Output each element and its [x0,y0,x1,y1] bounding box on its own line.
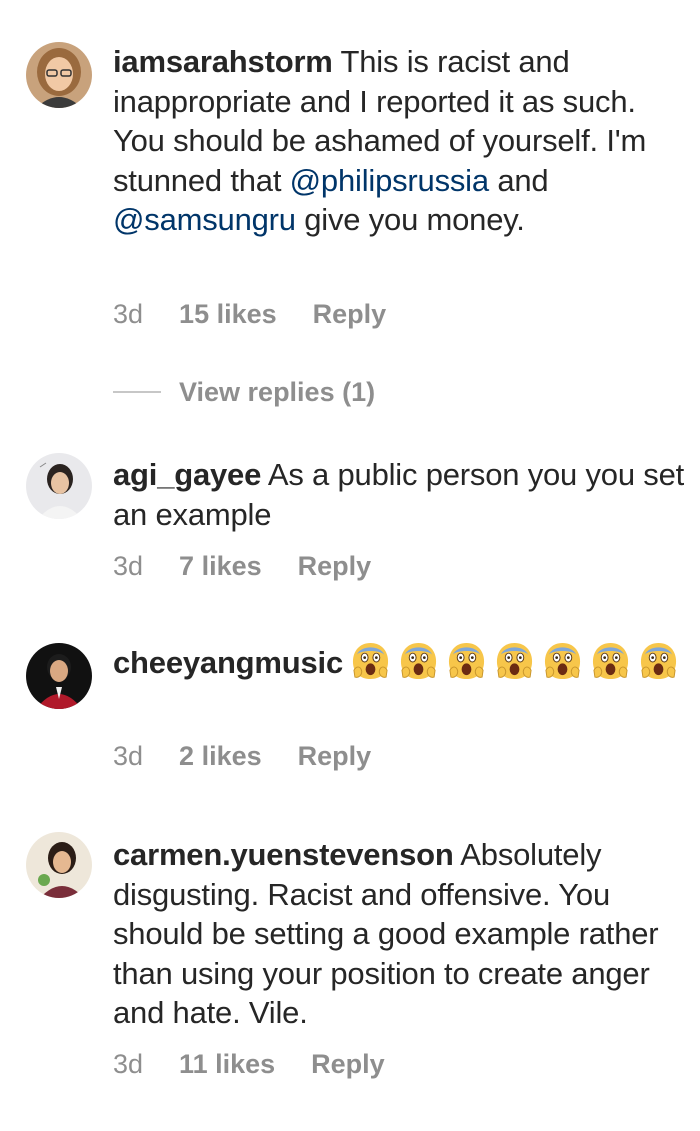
comment-text: cheeyangmusic [113,641,688,683]
comment-meta: 3d 15 likes Reply [113,294,386,334]
mention-link[interactable]: @philipsrussia [290,163,489,198]
comment-time: 3d [113,551,144,581]
comment-body: and [488,162,549,198]
screaming-face-emoji [351,641,390,680]
avatar[interactable] [26,832,92,898]
screaming-face-emoji [399,641,438,680]
likes-count[interactable]: 11 likes [179,1044,275,1084]
view-replies-button[interactable]: View replies (1) [113,372,375,412]
comment-time: 3d [113,741,144,771]
comment-text: carmen.yuenstevenson Absolutely disgusti… [113,835,688,1033]
screaming-face-emoji [591,641,630,680]
avatar[interactable] [26,453,92,519]
comment-meta: 3d 7 likes Reply [113,546,371,586]
screaming-face-emoji [447,641,486,680]
avatar[interactable] [26,643,92,709]
divider [113,390,161,393]
comment-time: 3d [113,1049,144,1079]
reply-button[interactable]: Reply [298,546,372,586]
reply-button[interactable]: Reply [298,736,372,776]
comment-text: agi_gayee As a public person you you set… [113,455,688,534]
screaming-face-emoji [495,641,534,680]
likes-count[interactable]: 7 likes [179,546,262,586]
likes-count[interactable]: 15 likes [179,294,277,334]
comment-text: iamsarahstorm This is racist and inappro… [113,42,688,240]
comment-username[interactable]: carmen.yuenstevenson [113,837,454,872]
likes-count[interactable]: 2 likes [179,736,262,776]
screaming-face-emoji [639,641,678,680]
comment-username[interactable]: agi_gayee [113,457,261,492]
mention-link[interactable]: @samsungru [113,202,296,237]
reply-button[interactable]: Reply [311,1044,385,1084]
reply-button[interactable]: Reply [313,294,387,334]
comment-time: 3d [113,299,144,329]
avatar[interactable] [26,42,92,108]
emoji-row [351,642,687,680]
comment-body: give you money. [295,202,525,237]
comment-meta: 3d 11 likes Reply [113,1044,385,1084]
comment-username[interactable]: cheeyangmusic [113,645,343,680]
comment-username[interactable]: iamsarahstorm [113,44,333,79]
screaming-face-emoji [543,641,582,680]
view-replies-label: View replies (1) [179,377,376,407]
comment-meta: 3d 2 likes Reply [113,736,371,776]
